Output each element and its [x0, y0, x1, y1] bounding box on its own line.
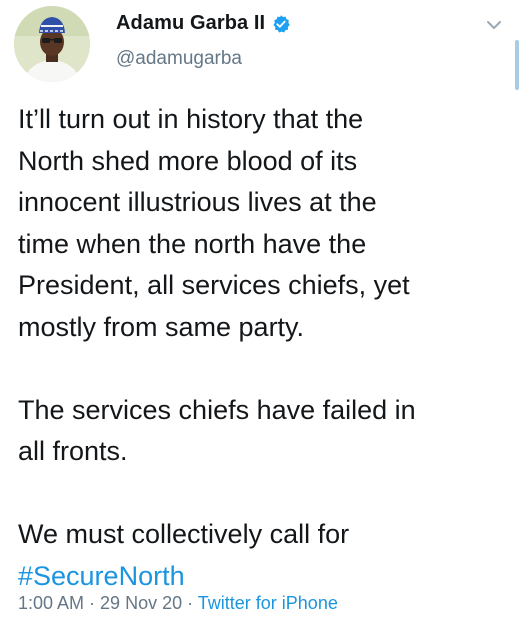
tweet-date[interactable]: 29 Nov 20 — [100, 593, 182, 613]
author-handle[interactable]: @adamugarba — [116, 48, 242, 70]
tweet-meta: 1:00 AM · 29 Nov 20 · Twitter for iPhone — [18, 593, 338, 614]
tweet-paragraph-3: We must collectively call for #SecureNort… — [18, 514, 498, 597]
verified-badge-icon — [271, 14, 291, 34]
chevron-down-icon[interactable] — [483, 14, 505, 36]
scrollbar-thumb[interactable] — [515, 40, 519, 90]
tweet-paragraph-1: It’ll turn out in history that the North… — [18, 104, 410, 342]
tweet-body: It’ll turn out in history that the North… — [18, 99, 498, 597]
avatar[interactable] — [14, 6, 90, 82]
tweet-time[interactable]: 1:00 AM — [18, 593, 84, 613]
author-display-name[interactable]: Adamu Garba II — [116, 12, 265, 35]
tweet-paragraph-3-text: We must collectively call for — [18, 519, 350, 549]
avatar-image — [14, 6, 90, 82]
meta-separator: · — [182, 593, 198, 613]
tweet-card: Adamu Garba II @adamugarba It’ll turn ou… — [0, 0, 519, 620]
author-name-row[interactable]: Adamu Garba II — [116, 12, 291, 35]
tweet-source-link[interactable]: Twitter for iPhone — [198, 593, 338, 613]
tweet-paragraph-2: The services chiefs have failed in all f… — [18, 394, 416, 467]
hashtag-link[interactable]: #SecureNorth — [18, 561, 185, 591]
meta-separator: · — [84, 593, 101, 613]
